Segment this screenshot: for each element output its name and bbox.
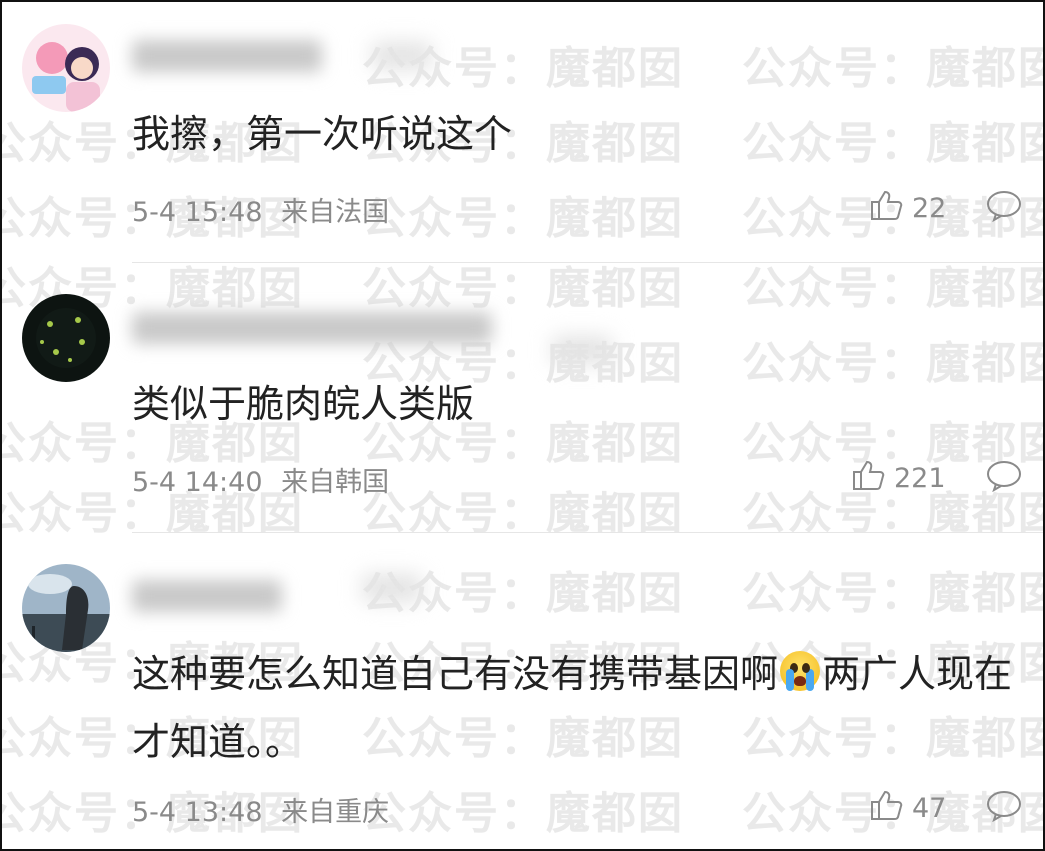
comment-meta: 5-4 13:48 来自重庆 xyxy=(132,790,389,829)
comment-location: 来自重庆 xyxy=(281,797,390,828)
comment-date: 5-4 13:48 xyxy=(132,797,263,828)
comment-location: 来自法国 xyxy=(281,197,390,228)
avatar[interactable] xyxy=(22,564,110,652)
like-button[interactable]: 221 xyxy=(852,459,946,498)
like-button[interactable]: 47 xyxy=(870,789,946,828)
avatar[interactable] xyxy=(22,294,110,382)
like-count: 221 xyxy=(894,463,946,494)
thumbs-up-icon xyxy=(870,789,904,828)
comment-bubble-icon[interactable] xyxy=(986,190,1022,223)
like-count: 47 xyxy=(912,793,947,824)
username-redacted-extra xyxy=(372,42,432,70)
username-redacted-extra xyxy=(552,336,612,364)
like-count: 22 xyxy=(912,193,947,224)
thumbs-up-icon xyxy=(852,459,886,498)
like-button[interactable]: 22 xyxy=(870,189,946,228)
avatar[interactable] xyxy=(22,24,110,112)
crying-face-emoji xyxy=(780,651,821,691)
username-redacted[interactable] xyxy=(132,40,322,72)
comment-text-part1: 这种要怎么知道自己有没有携带基因啊 xyxy=(132,652,779,696)
comment-location: 来自韩国 xyxy=(281,467,390,498)
comment-meta: 5-4 14:40 来自韩国 xyxy=(132,460,389,499)
comment-item: 类似于脆肉皖人类版 5-4 14:40 来自韩国 221 xyxy=(2,264,1043,534)
comment-item: 我擦，第一次听说这个 5-4 15:48 来自法国 22 xyxy=(2,2,1043,264)
thumbs-up-icon xyxy=(870,189,904,228)
comment-meta: 5-4 15:48 来自法国 xyxy=(132,190,389,229)
comment-date: 5-4 14:40 xyxy=(132,467,263,498)
comment-text: 我擦，第一次听说这个 xyxy=(132,112,513,156)
username-redacted[interactable] xyxy=(132,580,282,612)
comment-item: 这种要怎么知道自己有没有携带基因啊 两广人现在才知道。。 5-4 13:48 来自… xyxy=(2,534,1043,849)
comment-bubble-icon[interactable] xyxy=(986,790,1022,823)
username-redacted-extra xyxy=(362,574,422,602)
comment-list: 公众号：魔都囡 公众号：魔都囡 公众号：魔都囡 公众号：魔都囡 公众号：魔都囡 … xyxy=(0,0,1045,851)
divider xyxy=(132,262,1043,263)
username-redacted[interactable] xyxy=(132,312,492,344)
comment-text: 类似于脆肉皖人类版 xyxy=(132,382,475,426)
divider xyxy=(132,532,1043,533)
comment-text: 这种要怎么知道自己有没有携带基因啊 两广人现在才知道。。 xyxy=(132,640,1022,776)
comment-bubble-icon[interactable] xyxy=(986,460,1022,493)
comment-date: 5-4 15:48 xyxy=(132,197,263,228)
